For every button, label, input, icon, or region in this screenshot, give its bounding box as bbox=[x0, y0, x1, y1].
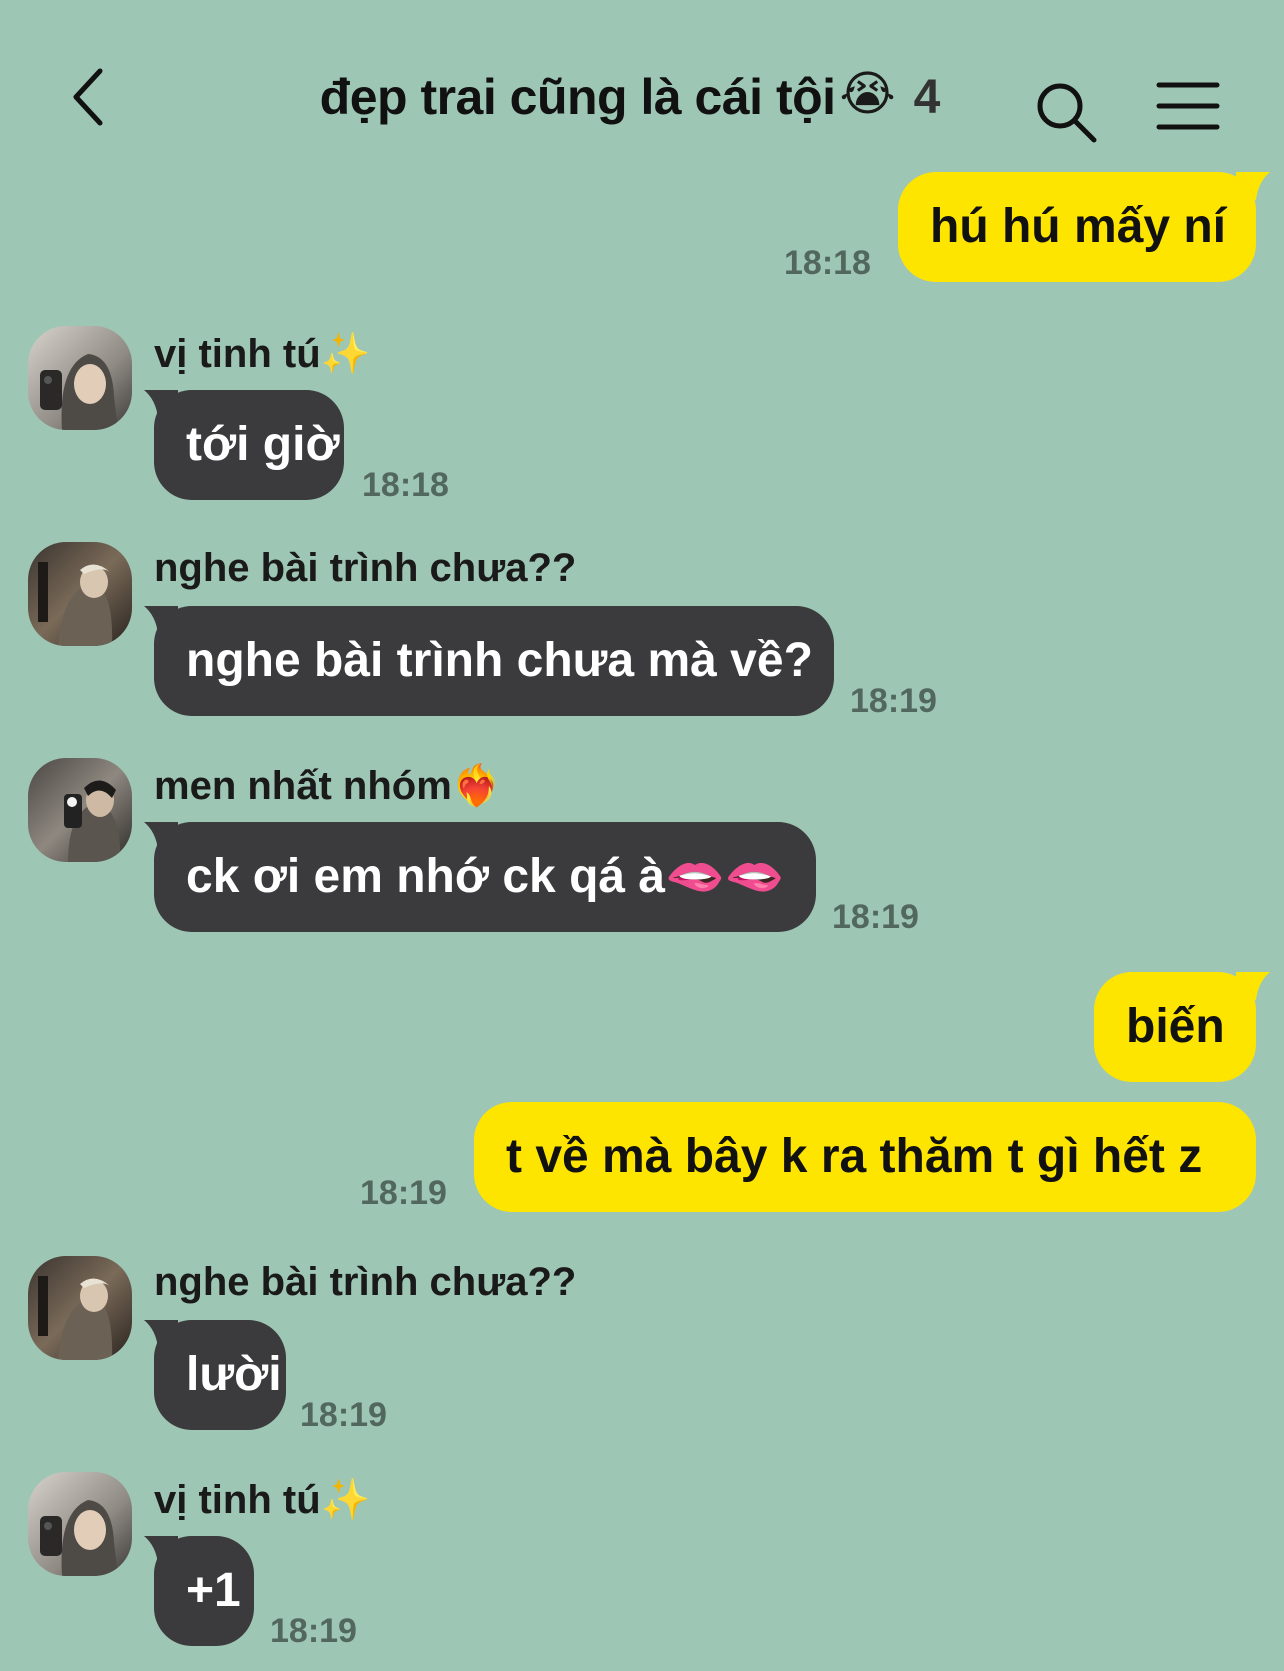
chevron-left-icon bbox=[73, 68, 103, 126]
avatar[interactable] bbox=[28, 1472, 132, 1576]
message-bubble[interactable]: t về mà bây k ra thăm t gì hết z bbox=[474, 1102, 1256, 1212]
bubble-tail bbox=[1236, 972, 1270, 1000]
bubble-tail bbox=[1236, 172, 1270, 200]
sparkles-emoji: ✨ bbox=[320, 332, 371, 376]
biting-lip-emoji: 🫦🫦 bbox=[665, 850, 785, 903]
search-button[interactable] bbox=[1032, 78, 1102, 148]
avatar[interactable] bbox=[28, 326, 132, 430]
sender-name: vị tinh tú✨ bbox=[154, 1478, 371, 1522]
message-timestamp: 18:19 bbox=[832, 898, 919, 936]
message-bubble[interactable]: lười bbox=[154, 1320, 286, 1430]
message-bubble[interactable]: nghe bài trình chưa mà về? bbox=[154, 606, 834, 716]
search-icon bbox=[1037, 83, 1097, 143]
message-timestamp: 18:19 bbox=[270, 1612, 357, 1650]
message-bubble[interactable]: ck ơi em nhớ ck qá à🫦🫦 bbox=[154, 822, 816, 932]
sender-name: nghe bài trình chưa?? bbox=[154, 546, 577, 590]
avatar[interactable] bbox=[28, 1256, 132, 1360]
message-bubble[interactable]: biến bbox=[1094, 972, 1256, 1082]
back-button[interactable] bbox=[58, 62, 118, 132]
member-count: 4 bbox=[913, 70, 941, 124]
chat-header: đẹp trai cũng là cái tội 😭 4 bbox=[0, 0, 1284, 170]
heart-on-fire-emoji: ❤️‍🔥 bbox=[451, 764, 502, 808]
sparkles-emoji: ✨ bbox=[320, 1478, 371, 1522]
chat-title: đẹp trai cũng là cái tội bbox=[319, 69, 836, 125]
profile-photo bbox=[28, 326, 132, 430]
avatar[interactable] bbox=[28, 542, 132, 646]
sender-name: men nhất nhóm❤️‍🔥 bbox=[154, 764, 502, 808]
profile-photo bbox=[28, 758, 132, 862]
message-timestamp: 18:19 bbox=[360, 1174, 447, 1212]
profile-photo bbox=[28, 1256, 132, 1360]
message-bubble[interactable]: +1 bbox=[154, 1536, 254, 1646]
hamburger-menu-icon bbox=[1156, 82, 1220, 130]
message-timestamp: 18:18 bbox=[784, 244, 871, 282]
message-bubble[interactable]: tới giờ bbox=[154, 390, 344, 500]
sender-name: vị tinh tú✨ bbox=[154, 332, 371, 376]
message-timestamp: 18:19 bbox=[850, 682, 937, 720]
sender-name: nghe bài trình chưa?? bbox=[154, 1260, 577, 1304]
profile-photo bbox=[28, 1472, 132, 1576]
chat-title-group[interactable]: đẹp trai cũng là cái tội 😭 4 bbox=[250, 62, 1010, 132]
menu-button[interactable] bbox=[1156, 80, 1220, 132]
avatar[interactable] bbox=[28, 758, 132, 862]
message-bubble[interactable]: hú hú mấy ní bbox=[898, 172, 1256, 282]
message-timestamp: 18:19 bbox=[300, 1396, 387, 1434]
message-timestamp: 18:18 bbox=[362, 466, 449, 504]
profile-photo bbox=[28, 542, 132, 646]
crying-face-emoji: 😭 bbox=[839, 68, 896, 121]
